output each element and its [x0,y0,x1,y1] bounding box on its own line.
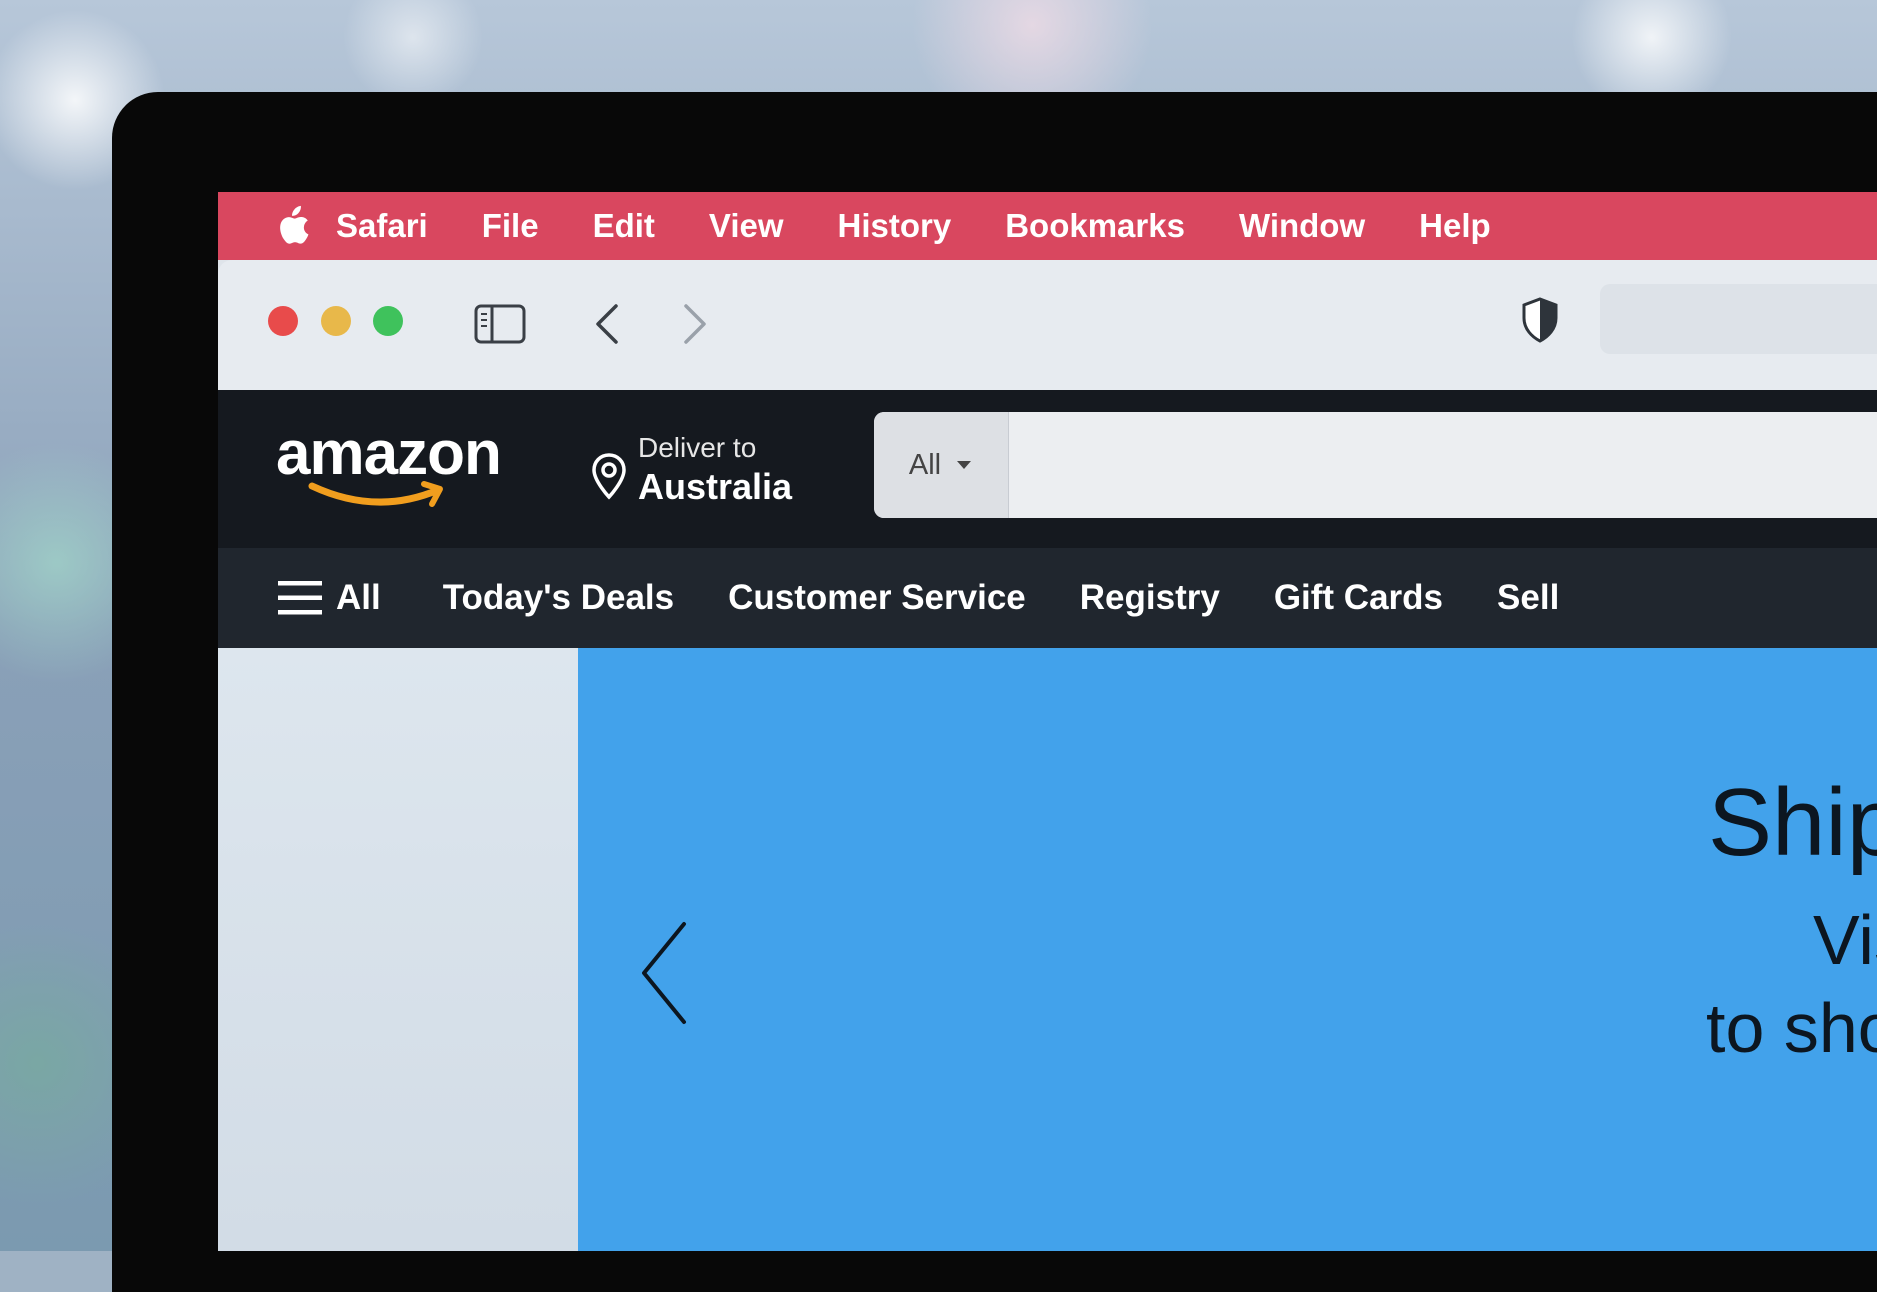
address-bar[interactable] [1600,284,1877,354]
hero-title: Shipping [1708,769,1877,876]
minimize-window-button[interactable] [321,306,351,336]
location-pin-icon [592,453,626,500]
hero-subtitle-line2: to shop for [1706,989,1877,1067]
menu-edit[interactable]: Edit [593,207,655,245]
macos-menu-bar: Safari File Edit View History Bookmarks … [218,192,1877,260]
carousel-prev-chevron-icon[interactable] [636,918,696,1028]
nav-all-label: All [336,578,381,617]
close-window-button[interactable] [268,306,298,336]
forward-chevron-icon[interactable] [680,302,710,346]
back-chevron-icon[interactable] [592,302,622,346]
hero-subtitle-line1: Visit am [1813,901,1877,979]
menu-help[interactable]: Help [1419,207,1491,245]
deliver-to[interactable]: Deliver to Australia [590,432,820,522]
nav-customer-service[interactable]: Customer Service [728,578,1026,618]
search-category-select[interactable]: All [874,412,1009,518]
nav-sell[interactable]: Sell [1497,578,1559,618]
safari-toolbar [218,260,1877,390]
menu-safari[interactable]: Safari [336,207,428,245]
menu-window[interactable]: Window [1239,207,1365,245]
apple-logo-icon[interactable] [270,204,314,248]
deliver-location: Australia [638,466,793,507]
sidebar-toggle-icon[interactable] [474,304,526,344]
hero-banner[interactable]: Shipping Visit am to shop for [578,648,1877,1251]
nav-todays-deals[interactable]: Today's Deals [443,578,674,618]
nav-gift-cards[interactable]: Gift Cards [1274,578,1443,618]
laptop-screen: Safari File Edit View History Bookmarks … [218,192,1877,1251]
menu-file[interactable]: File [482,207,539,245]
hamburger-menu-icon [278,581,322,615]
search-bar: All [874,412,1877,520]
menu-bookmarks[interactable]: Bookmarks [1005,207,1185,245]
menu-history[interactable]: History [838,207,952,245]
nav-registry[interactable]: Registry [1080,578,1220,618]
caret-down-icon [957,461,972,469]
search-category-label: All [908,448,942,481]
menu-view[interactable]: View [709,207,784,245]
search-input[interactable] [1010,412,1877,520]
zoom-window-button[interactable] [373,306,403,336]
page-content: Shipping Visit am to shop for [218,648,1877,1251]
amazon-nav-bar: All Today's Deals Customer Service Regis… [218,548,1877,648]
amazon-smile-icon [308,481,443,507]
left-panel [218,648,578,1251]
amazon-logo[interactable]: amazon [276,418,536,518]
nav-all-menu[interactable]: All [278,578,381,618]
privacy-shield-icon[interactable] [1520,296,1560,344]
amazon-header: amazon Deliver to Australia All [218,390,1877,548]
deliver-label: Deliver to [638,432,757,463]
